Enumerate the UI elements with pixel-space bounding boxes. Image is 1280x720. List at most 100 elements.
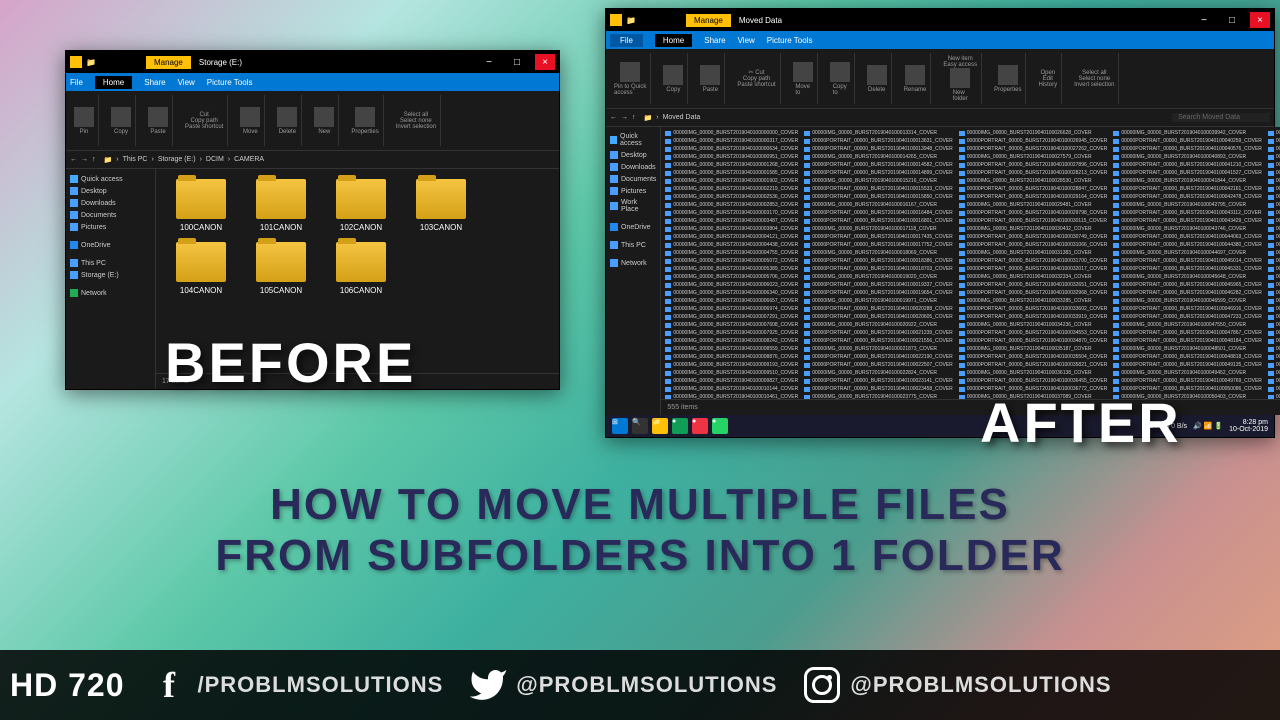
- search-box[interactable]: Search Moved Data: [1172, 113, 1270, 122]
- file-row[interactable]: 00000PORTRAIT_00000_BURST201904010001965…: [802, 289, 955, 297]
- file-row[interactable]: 00000IMG_00000_BURST2019040100027579_COV…: [957, 153, 1110, 161]
- file-row[interactable]: 00000IMG_00000_BURST2019040100007925_COV…: [663, 329, 800, 337]
- file-row[interactable]: 00000IMG_00000_BURST2019040100062766_COV…: [1266, 369, 1280, 377]
- file-row[interactable]: 00000PORTRAIT_00000_BURST201904010005674…: [1266, 217, 1280, 225]
- sidebar-downloads[interactable]: Downloads: [70, 197, 151, 209]
- file-row[interactable]: 00000IMG_00000_BURST2019040100005072_COV…: [663, 257, 800, 265]
- file-row[interactable]: 00000PORTRAIT_00000_BURST201904010003455…: [957, 329, 1110, 337]
- file-row[interactable]: 00000IMG_00000_BURST2019040100008876_COV…: [663, 353, 800, 361]
- menu-share[interactable]: Share: [704, 36, 725, 45]
- file-row[interactable]: 00000PORTRAIT_00000_BURST201904010001363…: [802, 137, 955, 145]
- file-row[interactable]: 00000IMG_00000_BURST2019040100006340_COV…: [663, 289, 800, 297]
- sidebar-thispc[interactable]: This PC: [610, 239, 656, 251]
- file-row[interactable]: 00000PORTRAIT_00000_BURST201904010002916…: [957, 193, 1110, 201]
- taskbar-explorer[interactable]: 📁: [652, 418, 668, 434]
- manage-tab[interactable]: Manage: [146, 56, 191, 69]
- file-row[interactable]: 00000IMG_00000_BURST2019040100041844_COV…: [1111, 177, 1264, 185]
- file-row[interactable]: 00000PORTRAIT_00000_BURST201904010002060…: [802, 313, 955, 321]
- file-row[interactable]: 00000IMG_00000_BURST2019040100006657_COV…: [663, 297, 800, 305]
- sidebar-documents[interactable]: Documents: [610, 173, 656, 185]
- folder-item[interactable]: 104CANON: [166, 242, 236, 295]
- file-row[interactable]: 00000PORTRAIT_00000_BURST201904010004818…: [1111, 337, 1264, 345]
- file-row[interactable]: 00000PORTRAIT_00000_BURST201904010001585…: [802, 193, 955, 201]
- file-row[interactable]: 00000PORTRAIT_00000_BURST201904010002821…: [957, 169, 1110, 177]
- file-row[interactable]: 00000PORTRAIT_00000_BURST201904010002694…: [957, 137, 1110, 145]
- file-row[interactable]: 00000PORTRAIT_00000_BURST201904010005737…: [1266, 233, 1280, 241]
- file-row[interactable]: 00000IMG_00000_BURST2019040100016167_COV…: [802, 201, 955, 209]
- file-row[interactable]: 00000IMG_00000_BURST2019040100006023_COV…: [663, 281, 800, 289]
- file-row[interactable]: 00000IMG_00000_BURST2019040100026628_COV…: [957, 129, 1110, 137]
- file-row[interactable]: 00000IMG_00000_BURST2019040100039942_COV…: [1111, 129, 1264, 137]
- file-row[interactable]: 00000PORTRAIT_00000_BURST201904010002155…: [802, 337, 955, 345]
- file-row[interactable]: 00000IMG_00000_BURST2019040100002853_COV…: [663, 201, 800, 209]
- sidebar-network[interactable]: Network: [610, 257, 656, 269]
- file-row[interactable]: 00000PORTRAIT_00000_BURST201904010004438…: [1111, 241, 1264, 249]
- file-row[interactable]: 00000IMG_00000_BURST2019040100018069_COV…: [802, 249, 955, 257]
- file-row[interactable]: 00000PORTRAIT_00000_BURST201904010006308…: [1266, 377, 1280, 385]
- maximize-btn[interactable]: □: [507, 54, 527, 70]
- close-btn[interactable]: ×: [535, 54, 555, 70]
- folder-item[interactable]: 101CANON: [246, 179, 316, 232]
- file-row[interactable]: 00000IMG_00000_BURST2019040100032334_COV…: [957, 273, 1110, 281]
- file-row[interactable]: 00000PORTRAIT_00000_BURST201904010001933…: [802, 281, 955, 289]
- menu-file[interactable]: File: [610, 34, 643, 47]
- file-row[interactable]: 00000IMG_00000_BURST2019040100015216_COV…: [802, 177, 955, 185]
- file-row[interactable]: 00000IMG_00000_BURST2019040100047550_COV…: [1111, 321, 1264, 329]
- file-row[interactable]: 00000PORTRAIT_00000_BURST201904010004247…: [1111, 193, 1264, 201]
- file-row[interactable]: 00000PORTRAIT_00000_BURST201904010002789…: [957, 161, 1110, 169]
- sidebar-onedrive[interactable]: OneDrive: [610, 221, 656, 233]
- file-row[interactable]: 00000PORTRAIT_00000_BURST201904010003106…: [957, 241, 1110, 249]
- sidebar-thispc[interactable]: This PC: [70, 257, 151, 269]
- file-row[interactable]: 00000IMG_00000_BURST2019040100001268_COV…: [663, 161, 800, 169]
- file-row[interactable]: 00000PORTRAIT_00000_BURST201904010003550…: [957, 353, 1110, 361]
- file-row[interactable]: 00000IMG_00000_BURST2019040100055158_COV…: [1266, 177, 1280, 185]
- menu-file[interactable]: File: [70, 78, 83, 87]
- file-row[interactable]: 00000PORTRAIT_00000_BURST201904010001870…: [802, 265, 955, 273]
- file-row[interactable]: 00000PORTRAIT_00000_BURST201904010003074…: [957, 233, 1110, 241]
- start-icon[interactable]: ⊞: [612, 418, 628, 434]
- file-row[interactable]: 00000PORTRAIT_00000_BURST201904010001838…: [802, 257, 955, 265]
- manage-tab[interactable]: Manage: [686, 14, 731, 27]
- taskbar-app1[interactable]: ●: [692, 418, 708, 434]
- file-row[interactable]: 00000PORTRAIT_00000_BURST201904010003645…: [957, 377, 1110, 385]
- menu-home[interactable]: Home: [95, 76, 132, 89]
- file-row[interactable]: 00000IMG_00000_BURST2019040100020922_COV…: [802, 321, 955, 329]
- file-row[interactable]: 00000IMG_00000_BURST2019040100008559_COV…: [663, 345, 800, 353]
- file-row[interactable]: 00000PORTRAIT_00000_BURST201904010002314…: [802, 377, 955, 385]
- file-row[interactable]: 00000IMG_00000_BURST2019040100019971_COV…: [802, 297, 955, 305]
- file-row[interactable]: 00000PORTRAIT_00000_BURST201904010004216…: [1111, 185, 1264, 193]
- instagram-link[interactable]: @PROBLMSOLUTIONS: [802, 665, 1111, 705]
- file-row[interactable]: 00000IMG_00000_BURST2019040100007608_COV…: [663, 321, 800, 329]
- file-row[interactable]: 00000PORTRAIT_00000_BURST201904010001648…: [802, 209, 955, 217]
- sidebar-onedrive[interactable]: OneDrive: [70, 239, 151, 251]
- file-row[interactable]: 00000IMG_00000_BURST2019040100058011_COV…: [1266, 249, 1280, 257]
- file-row[interactable]: 00000IMG_00000_BURST2019040100009827_COV…: [663, 377, 800, 385]
- file-row[interactable]: 00000IMG_00000_BURST2019040100058962_COV…: [1266, 273, 1280, 281]
- file-row[interactable]: 00000PORTRAIT_00000_BURST201904010004311…: [1111, 209, 1264, 217]
- file-row[interactable]: 00000PORTRAIT_00000_BURST201904010004406…: [1111, 233, 1264, 241]
- file-row[interactable]: 00000IMG_00000_BURST2019040100019020_COV…: [802, 273, 955, 281]
- file-row[interactable]: 00000IMG_00000_BURST2019040100029481_COV…: [957, 201, 1110, 209]
- maximize-btn[interactable]: □: [1222, 12, 1242, 28]
- file-row[interactable]: 00000IMG_00000_BURST2019040100010144_COV…: [663, 385, 800, 393]
- file-row[interactable]: 00000IMG_00000_BURST2019040100017118_COV…: [802, 225, 955, 233]
- file-row[interactable]: 00000PORTRAIT_00000_BURST201904010004121…: [1111, 161, 1264, 169]
- file-row[interactable]: 00000IMG_00000_BURST2019040100002536_COV…: [663, 193, 800, 201]
- file-row[interactable]: 00000PORTRAIT_00000_BURST201904010005769…: [1266, 241, 1280, 249]
- menu-share[interactable]: Share: [144, 78, 165, 87]
- file-row[interactable]: 00000PORTRAIT_00000_BURST201904010004691…: [1111, 305, 1264, 313]
- folder-item[interactable]: 102CANON: [326, 179, 396, 232]
- file-row[interactable]: 00000IMG_00000_BURST2019040100004755_COV…: [663, 249, 800, 257]
- file-row[interactable]: 00000IMG_00000_BURST2019040100004121_COV…: [663, 233, 800, 241]
- file-row[interactable]: 00000PORTRAIT_00000_BURST201904010005864…: [1266, 265, 1280, 273]
- file-row[interactable]: 00000PORTRAIT_00000_BURST201904010005452…: [1266, 161, 1280, 169]
- file-row[interactable]: 00000IMG_00000_BURST2019040100021873_COV…: [802, 345, 955, 353]
- file-row[interactable]: 00000IMG_00000_BURST2019040100030432_COV…: [957, 225, 1110, 233]
- file-row[interactable]: 00000PORTRAIT_00000_BURST201904010002028…: [802, 305, 955, 313]
- file-row[interactable]: 00000IMG_00000_BURST2019040100004438_COV…: [663, 241, 800, 249]
- file-row[interactable]: 00000PORTRAIT_00000_BURST201904010006118…: [1266, 329, 1280, 337]
- file-row[interactable]: 00000PORTRAIT_00000_BURST201904010004533…: [1111, 265, 1264, 273]
- file-row[interactable]: 00000IMG_00000_BURST2019040100043746_COV…: [1111, 225, 1264, 233]
- file-row[interactable]: 00000PORTRAIT_00000_BURST201904010005832…: [1266, 257, 1280, 265]
- file-row[interactable]: 00000PORTRAIT_00000_BURST201904010006149…: [1266, 337, 1280, 345]
